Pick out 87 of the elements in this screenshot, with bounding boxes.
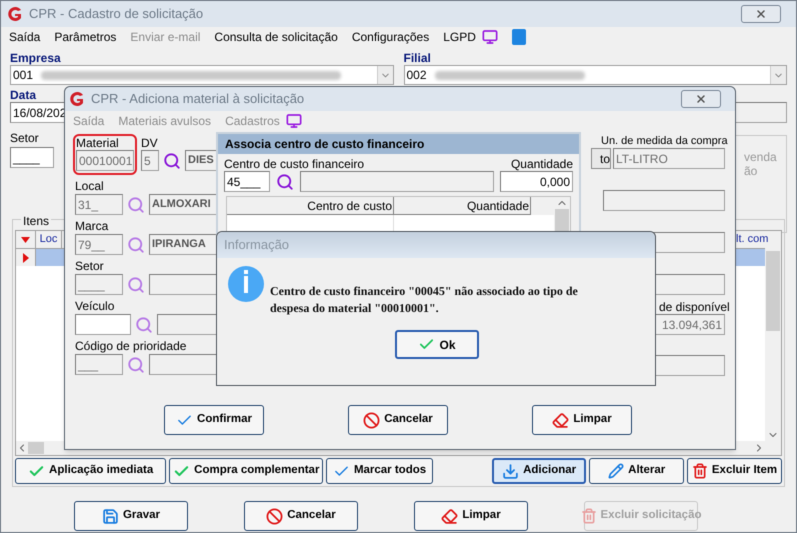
search-icon[interactable] xyxy=(127,236,145,254)
eraser-icon xyxy=(552,412,570,428)
action-button[interactable]: Cancelar xyxy=(244,501,358,531)
action-button[interactable]: Alterar xyxy=(589,458,684,484)
monitor-icon[interactable] xyxy=(482,29,498,45)
ok-button[interactable]: Ok xyxy=(395,330,479,359)
close-button[interactable] xyxy=(681,90,721,108)
scrollbar-thumb[interactable] xyxy=(766,251,780,331)
info-icon xyxy=(228,266,264,302)
text-field[interactable]: 45___ xyxy=(224,171,270,192)
action-button[interactable]: Cancelar xyxy=(348,405,448,435)
field-label: Un. de medida da compra xyxy=(601,134,728,148)
text-field[interactable]: 0,000 xyxy=(500,171,573,192)
field-label: Setor xyxy=(10,131,40,145)
cancel-icon xyxy=(363,412,380,428)
field-label: Filial xyxy=(404,51,432,65)
search-icon[interactable] xyxy=(276,172,294,190)
field-label: de disponível xyxy=(659,300,730,314)
text-field[interactable]: ____ xyxy=(10,147,54,168)
field-label: Veículo xyxy=(75,299,114,314)
option-label: venda xyxy=(744,150,778,164)
field-label: Código de prioridade xyxy=(75,339,186,354)
message-text: Centro de custo financeiro "00045" não associado ao tipo de despesa do material "00010001". xyxy=(270,283,579,317)
search-icon[interactable] xyxy=(127,196,145,214)
option-label: ão xyxy=(744,164,758,178)
monitor-icon[interactable] xyxy=(286,112,302,128)
action-button[interactable]: Limpar xyxy=(414,501,528,531)
app-icon[interactable] xyxy=(512,29,526,45)
action-button[interactable]: Marcar todos xyxy=(326,458,433,484)
logo-icon xyxy=(7,6,23,22)
field-label: Local xyxy=(75,179,104,194)
text-field[interactable]: ___ xyxy=(75,354,123,375)
window-title: Associa centro de custo financeiro xyxy=(225,136,424,153)
search-icon[interactable] xyxy=(135,316,153,334)
sort-arrow-icon xyxy=(21,236,30,242)
text-field[interactable]: 31_ xyxy=(75,194,123,215)
close-button[interactable] xyxy=(741,5,781,23)
text-field[interactable] xyxy=(603,190,725,211)
field-label: Quantidade xyxy=(510,157,573,171)
search-icon[interactable] xyxy=(127,356,145,374)
action-button[interactable]: Adicionar xyxy=(492,458,586,484)
menu-item[interactable]: Parâmetros xyxy=(54,28,116,46)
text-field[interactable] xyxy=(300,171,494,192)
text-field[interactable]: 00010001 xyxy=(76,150,134,171)
text-field[interactable]: 79__ xyxy=(75,234,123,255)
window-title: Informação xyxy=(224,236,290,254)
menu-item[interactable]: Configurações xyxy=(352,28,430,46)
field-label: Empresa xyxy=(10,51,62,65)
column-header: Centro de custo xyxy=(227,197,394,215)
logo-icon xyxy=(69,91,85,107)
close-icon xyxy=(755,8,767,20)
trash-icon xyxy=(580,508,596,524)
cancel-icon xyxy=(266,508,284,524)
text-field[interactable]: ____ xyxy=(75,274,123,295)
field-label: Material xyxy=(76,136,120,150)
field-label: DV xyxy=(141,136,159,150)
download-icon xyxy=(502,462,520,480)
action-button[interactable]: Excluir Item xyxy=(686,458,782,484)
action-button[interactable]: Confirmar xyxy=(164,405,264,435)
field-label: Setor xyxy=(75,259,104,274)
scrollbar-thumb[interactable] xyxy=(28,442,44,454)
row-pointer-icon xyxy=(22,252,28,262)
window-title: CPR - Cadastro de solicitação xyxy=(29,5,204,24)
pencil-icon xyxy=(608,463,624,479)
action-button[interactable]: Gravar xyxy=(74,501,188,531)
combo-box[interactable]: 001 xyxy=(10,65,394,85)
column-header: Quantidade xyxy=(394,197,531,215)
action-button[interactable]: Aplicação imediata xyxy=(15,458,166,484)
vertical-scrollbar[interactable] xyxy=(765,249,781,441)
menu-item[interactable]: Saída xyxy=(9,28,40,46)
partial-button[interactable]: to xyxy=(591,148,611,169)
action-button[interactable]: Compra complementar xyxy=(169,458,324,484)
text-field[interactable]: LT-LITRO xyxy=(613,148,725,169)
search-icon[interactable] xyxy=(163,152,181,170)
eraser-icon xyxy=(441,508,458,524)
field-label: Marca xyxy=(75,219,108,234)
menu-item[interactable]: LGPD xyxy=(443,28,476,46)
combo-box[interactable]: 002 xyxy=(404,65,787,85)
close-icon xyxy=(695,93,707,105)
field-label: Centro de custo financeiro xyxy=(224,157,366,171)
text-field[interactable]: 5 xyxy=(141,150,159,171)
trash-icon xyxy=(692,463,708,479)
field-label: Data xyxy=(10,88,36,102)
search-icon[interactable] xyxy=(127,276,145,294)
text-field[interactable] xyxy=(75,314,131,335)
menu-item[interactable]: Consulta de solicitação xyxy=(214,28,338,46)
action-button[interactable]: Limpar xyxy=(532,405,632,435)
